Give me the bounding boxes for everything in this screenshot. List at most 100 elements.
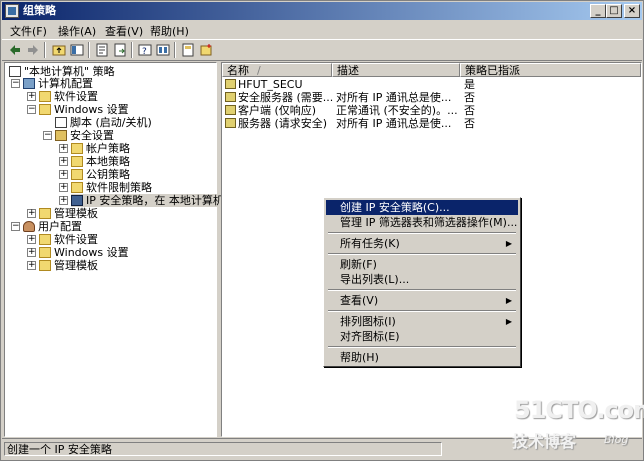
list-item[interactable]: 安全服务器 (需要... bbox=[225, 91, 333, 104]
menu-file[interactable]: 文件(F) bbox=[10, 23, 47, 39]
menu-action[interactable]: 操作(A) bbox=[58, 23, 96, 39]
user-icon bbox=[23, 221, 35, 232]
tree-item-security-settings[interactable]: 安全设置 bbox=[55, 129, 114, 142]
submenu-arrow-icon: ▶ bbox=[505, 296, 512, 305]
tree-item-local-policies[interactable]: 本地策略 bbox=[71, 155, 130, 168]
minimize-button[interactable]: _ bbox=[590, 4, 606, 18]
menu-item-line-up-icons[interactable]: 对齐图标(E) bbox=[326, 329, 518, 344]
expand-icon[interactable]: + bbox=[27, 92, 36, 101]
up-folder-icon[interactable] bbox=[52, 43, 66, 57]
toolbar-separator bbox=[88, 42, 90, 58]
toolbar: ? bbox=[2, 39, 642, 61]
script-icon bbox=[55, 117, 67, 128]
tree-item-ip-security-policies[interactable]: IP 安全策略，在 本地计算机 bbox=[71, 194, 224, 207]
forward-arrow-icon[interactable] bbox=[26, 43, 40, 57]
tree-item-software-restriction[interactable]: 软件限制策略 bbox=[71, 181, 152, 194]
tree-item-user-windows-settings[interactable]: Windows 设置 bbox=[39, 246, 129, 259]
menu-view[interactable]: 查看(V) bbox=[105, 23, 143, 39]
context-menu: 创建 IP 安全策略(C)... 管理 IP 筛选器表和筛选器操作(M)... … bbox=[323, 197, 521, 367]
menu-item-create-ip-policy[interactable]: 创建 IP 安全策略(C)... bbox=[326, 200, 518, 215]
svg-text:?: ? bbox=[142, 47, 147, 57]
expand-icon[interactable]: + bbox=[59, 170, 68, 179]
toolbar-separator bbox=[131, 42, 133, 58]
collapse-icon[interactable]: − bbox=[11, 79, 20, 88]
column-header-name[interactable]: 名称 / bbox=[222, 63, 332, 77]
menu-item-help[interactable]: 帮助(H) bbox=[326, 350, 518, 365]
list-item-assigned: 否 bbox=[464, 104, 475, 117]
column-header-description[interactable]: 描述 bbox=[332, 63, 460, 77]
policy-icon bbox=[9, 66, 21, 77]
back-arrow-icon[interactable] bbox=[8, 43, 22, 57]
expand-icon[interactable]: + bbox=[59, 196, 68, 205]
tree-item-user-config[interactable]: 用户配置 bbox=[23, 220, 82, 233]
expand-icon[interactable]: + bbox=[27, 235, 36, 244]
expand-icon[interactable]: + bbox=[27, 261, 36, 270]
watermark-tag: Blog bbox=[604, 433, 629, 446]
menu-item-export-list[interactable]: 导出列表(L)... bbox=[326, 272, 518, 287]
folder-icon bbox=[71, 182, 83, 193]
ip-policy-icon bbox=[225, 105, 236, 115]
folder-icon bbox=[71, 156, 83, 167]
list-item[interactable]: 客户端 (仅响应) bbox=[225, 104, 316, 117]
menu-item-arrange-icons[interactable]: 排列图标(I) ▶ bbox=[326, 314, 518, 329]
export-list-icon[interactable] bbox=[113, 43, 127, 57]
main-window: 组策略 _ □ × 文件(F) 操作(A) 查看(V) 帮助(H) ? "本地计… bbox=[0, 0, 644, 461]
tree-pane[interactable]: "本地计算机" 策略 − 计算机配置 + 软件设置 − Windows 设置 脚… bbox=[4, 62, 224, 437]
ipsec-icon bbox=[71, 195, 83, 206]
column-header-assigned[interactable]: 策略已指派 bbox=[460, 63, 641, 77]
list-item-description: 对所有 IP 通讯总是使... bbox=[336, 117, 452, 130]
menu-separator bbox=[328, 232, 516, 234]
collapse-icon[interactable]: − bbox=[43, 131, 52, 140]
menu-help[interactable]: 帮助(H) bbox=[150, 23, 189, 39]
tree-item-user-software-settings[interactable]: 软件设置 bbox=[39, 233, 98, 246]
folder-icon bbox=[39, 104, 51, 115]
show-tree-icon[interactable] bbox=[70, 43, 84, 57]
policy-icon[interactable] bbox=[181, 43, 195, 57]
tree-item-public-key-policies[interactable]: 公钥策略 bbox=[71, 168, 130, 181]
folder-icon bbox=[39, 234, 51, 245]
status-text: 创建一个 IP 安全策略 bbox=[4, 442, 442, 456]
menu-item-view[interactable]: 查看(V) ▶ bbox=[326, 293, 518, 308]
menu-separator bbox=[328, 253, 516, 255]
list-item[interactable]: HFUT_SECU bbox=[225, 78, 303, 91]
menu-bar: 文件(F) 操作(A) 查看(V) 帮助(H) bbox=[2, 21, 642, 39]
menu-separator bbox=[328, 310, 516, 312]
folder-icon bbox=[71, 143, 83, 154]
tree-item-windows-settings[interactable]: Windows 设置 bbox=[39, 103, 129, 116]
list-item-assigned: 否 bbox=[464, 91, 475, 104]
close-button[interactable]: × bbox=[624, 4, 640, 18]
expand-icon[interactable]: + bbox=[59, 157, 68, 166]
expand-icon[interactable]: + bbox=[59, 183, 68, 192]
tree-item-scripts[interactable]: 脚本 (启动/关机) bbox=[55, 116, 152, 129]
folder-icon bbox=[71, 169, 83, 180]
collapse-icon[interactable]: − bbox=[11, 222, 20, 231]
maximize-button[interactable]: □ bbox=[606, 4, 622, 18]
menu-item-all-tasks[interactable]: 所有任务(K) ▶ bbox=[326, 236, 518, 251]
help-icon[interactable]: ? bbox=[138, 43, 152, 57]
folder-icon bbox=[39, 260, 51, 271]
sort-indicator-icon: / bbox=[257, 64, 261, 77]
window-title: 组策略 bbox=[23, 4, 56, 17]
tree-item-user-admin-templates[interactable]: 管理模板 bbox=[39, 259, 98, 272]
new-policy-icon[interactable] bbox=[199, 43, 213, 57]
tree-item-account-policies[interactable]: 帐户策略 bbox=[71, 142, 130, 155]
list-item[interactable]: 服务器 (请求安全) bbox=[225, 117, 327, 130]
computer-icon bbox=[23, 78, 35, 89]
expand-icon[interactable]: + bbox=[27, 209, 36, 218]
toolbar-separator bbox=[44, 42, 46, 58]
view-icon[interactable] bbox=[156, 43, 170, 57]
app-icon bbox=[5, 4, 19, 18]
security-icon bbox=[55, 130, 67, 141]
tree-item-software-settings[interactable]: 软件设置 bbox=[39, 90, 98, 103]
expand-icon[interactable]: + bbox=[27, 248, 36, 257]
list-item-description: 正常通讯 (不安全的)。... bbox=[336, 104, 458, 117]
title-bar[interactable]: 组策略 _ □ × bbox=[2, 2, 642, 20]
tree-item-computer-config[interactable]: 计算机配置 bbox=[23, 77, 93, 90]
tree-item-admin-templates[interactable]: 管理模板 bbox=[39, 207, 98, 220]
menu-item-refresh[interactable]: 刷新(F) bbox=[326, 257, 518, 272]
properties-icon[interactable] bbox=[95, 43, 109, 57]
folder-icon bbox=[39, 247, 51, 258]
expand-icon[interactable]: + bbox=[59, 144, 68, 153]
collapse-icon[interactable]: − bbox=[27, 105, 36, 114]
menu-item-manage-filters[interactable]: 管理 IP 筛选器表和筛选器操作(M)... bbox=[326, 215, 518, 230]
